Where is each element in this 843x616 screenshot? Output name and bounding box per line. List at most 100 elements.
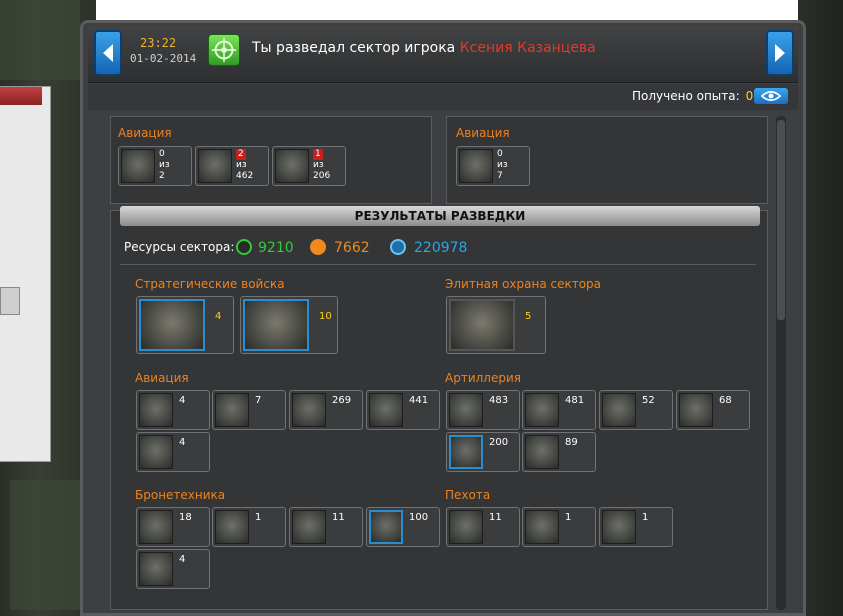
infantry-unit-card[interactable]: 1 — [599, 507, 673, 547]
unit-icon — [139, 393, 173, 427]
scrollbar[interactable] — [776, 116, 786, 610]
unit-icon — [139, 510, 173, 544]
artillery-title: Артиллерия — [445, 371, 521, 385]
unit-count: 200 — [489, 437, 509, 448]
unit-count: 11 — [332, 512, 345, 523]
next-report-button[interactable] — [766, 30, 794, 76]
unit-icon — [139, 435, 173, 469]
unit-count: 11 — [489, 512, 502, 523]
unit-icon — [525, 393, 559, 427]
report-message-text: Ты разведал сектор игрока — [252, 40, 456, 56]
eye-icon — [761, 91, 781, 101]
report-message: Ты разведал сектор игрока Ксения Казанце… — [252, 40, 596, 56]
unit-lost-count: 1 — [313, 149, 323, 160]
unit-count: 4 — [179, 395, 186, 406]
attacker-aviation-title: Авиация — [118, 126, 172, 140]
unit-total-count: 7 — [497, 171, 503, 181]
unit-card[interactable]: 1 из 206 — [272, 146, 346, 186]
artillery-unit-card[interactable]: 89 — [522, 432, 596, 472]
unit-of-label: из — [159, 160, 170, 170]
artillery-unit-card[interactable]: 481 — [522, 390, 596, 430]
report-date: 01-02-2014 — [130, 52, 197, 65]
aviation-unit-card[interactable]: 269 — [289, 390, 363, 430]
unit-lost-count: 0 — [159, 149, 165, 159]
unit-count: 441 — [409, 395, 429, 406]
unit-icon — [449, 510, 483, 544]
unit-icon — [139, 552, 173, 586]
unit-of-label: из — [313, 160, 324, 170]
unit-lost-count: 2 — [236, 149, 246, 160]
unit-count: 4 — [179, 437, 186, 448]
radiation-icon — [236, 239, 252, 255]
walker-unit-icon — [459, 149, 493, 183]
mech-unit-icon — [198, 149, 232, 183]
unit-icon — [215, 393, 249, 427]
unit-icon — [369, 510, 403, 544]
unit-icon — [449, 393, 483, 427]
armor-unit-card[interactable]: 1 — [212, 507, 286, 547]
infantry-title: Пехота — [445, 488, 491, 502]
unit-count: 1 — [255, 512, 262, 523]
walker-unit-icon — [275, 149, 309, 183]
unit-count: 52 — [642, 395, 655, 406]
radar-icon — [208, 34, 240, 66]
unit-count: 5 — [525, 311, 532, 322]
armor-unit-card[interactable]: 11 — [289, 507, 363, 547]
prev-report-button[interactable] — [94, 30, 122, 76]
elite-unit-card[interactable]: 5 — [446, 296, 546, 354]
armor-unit-card[interactable]: 4 — [136, 549, 210, 589]
unit-icon — [449, 435, 483, 469]
unit-total-count: 206 — [313, 171, 331, 181]
unit-count: 68 — [719, 395, 732, 406]
unit-of-label: из — [497, 160, 508, 170]
unit-total-count: 2 — [159, 171, 165, 181]
unit-card[interactable]: 2 из 462 — [195, 146, 269, 186]
scrollbar-thumb[interactable] — [777, 120, 785, 320]
sector-resources-label: Ресурсы сектора: — [124, 240, 235, 254]
infantry-unit-card[interactable]: 1 — [522, 507, 596, 547]
unit-icon — [292, 393, 326, 427]
unit-icon — [215, 510, 249, 544]
resource-credits-value: 220978 — [414, 240, 468, 256]
armor-unit-card[interactable]: 100 — [366, 507, 440, 547]
view-button[interactable] — [754, 88, 788, 104]
aviation-unit-card[interactable]: 4 — [136, 390, 210, 430]
strategic-unit-card[interactable]: 4 — [136, 296, 234, 354]
unit-total-count: 462 — [236, 171, 254, 181]
arrow-right-icon — [775, 44, 785, 62]
background-window-button[interactable] — [0, 287, 20, 315]
unit-lost-count: 0 — [497, 149, 503, 159]
strategic-forces-title: Стратегические войска — [135, 277, 285, 291]
unit-count: 18 — [179, 512, 192, 523]
aviation-title: Авиация — [135, 371, 189, 385]
unit-count: 481 — [565, 395, 585, 406]
xp-earned: Получено опыта: 0 — [632, 89, 753, 103]
infantry-unit-card[interactable]: 11 — [446, 507, 520, 547]
unit-icon — [679, 393, 713, 427]
artillery-unit-card[interactable]: 68 — [676, 390, 750, 430]
artillery-unit-card[interactable]: 200 — [446, 432, 520, 472]
unit-count: 10 — [319, 311, 332, 322]
xp-value: 0 — [745, 89, 754, 103]
unit-count: 7 — [255, 395, 262, 406]
unit-card[interactable]: 0 из 2 — [118, 146, 192, 186]
aviation-unit-card[interactable]: 441 — [366, 390, 440, 430]
background-window-titlebar — [0, 87, 42, 105]
artillery-unit-card[interactable]: 483 — [446, 390, 520, 430]
cannon-unit-icon — [243, 299, 309, 351]
credits-icon — [390, 239, 406, 255]
spider-unit-icon — [121, 149, 155, 183]
titanium-icon — [310, 239, 326, 255]
armor-unit-card[interactable]: 18 — [136, 507, 210, 547]
defender-aviation-title: Авиация — [456, 126, 510, 140]
player-name-link[interactable]: Ксения Казанцева — [460, 40, 596, 56]
elite-guard-title: Элитная охрана сектора — [445, 277, 602, 291]
strategic-unit-card[interactable]: 10 — [240, 296, 338, 354]
unit-icon — [292, 510, 326, 544]
unit-card[interactable]: 0 из 7 — [456, 146, 530, 186]
unit-icon — [525, 435, 559, 469]
unit-count: 1 — [642, 512, 649, 523]
aviation-unit-card[interactable]: 4 — [136, 432, 210, 472]
artillery-unit-card[interactable]: 52 — [599, 390, 673, 430]
aviation-unit-card[interactable]: 7 — [212, 390, 286, 430]
